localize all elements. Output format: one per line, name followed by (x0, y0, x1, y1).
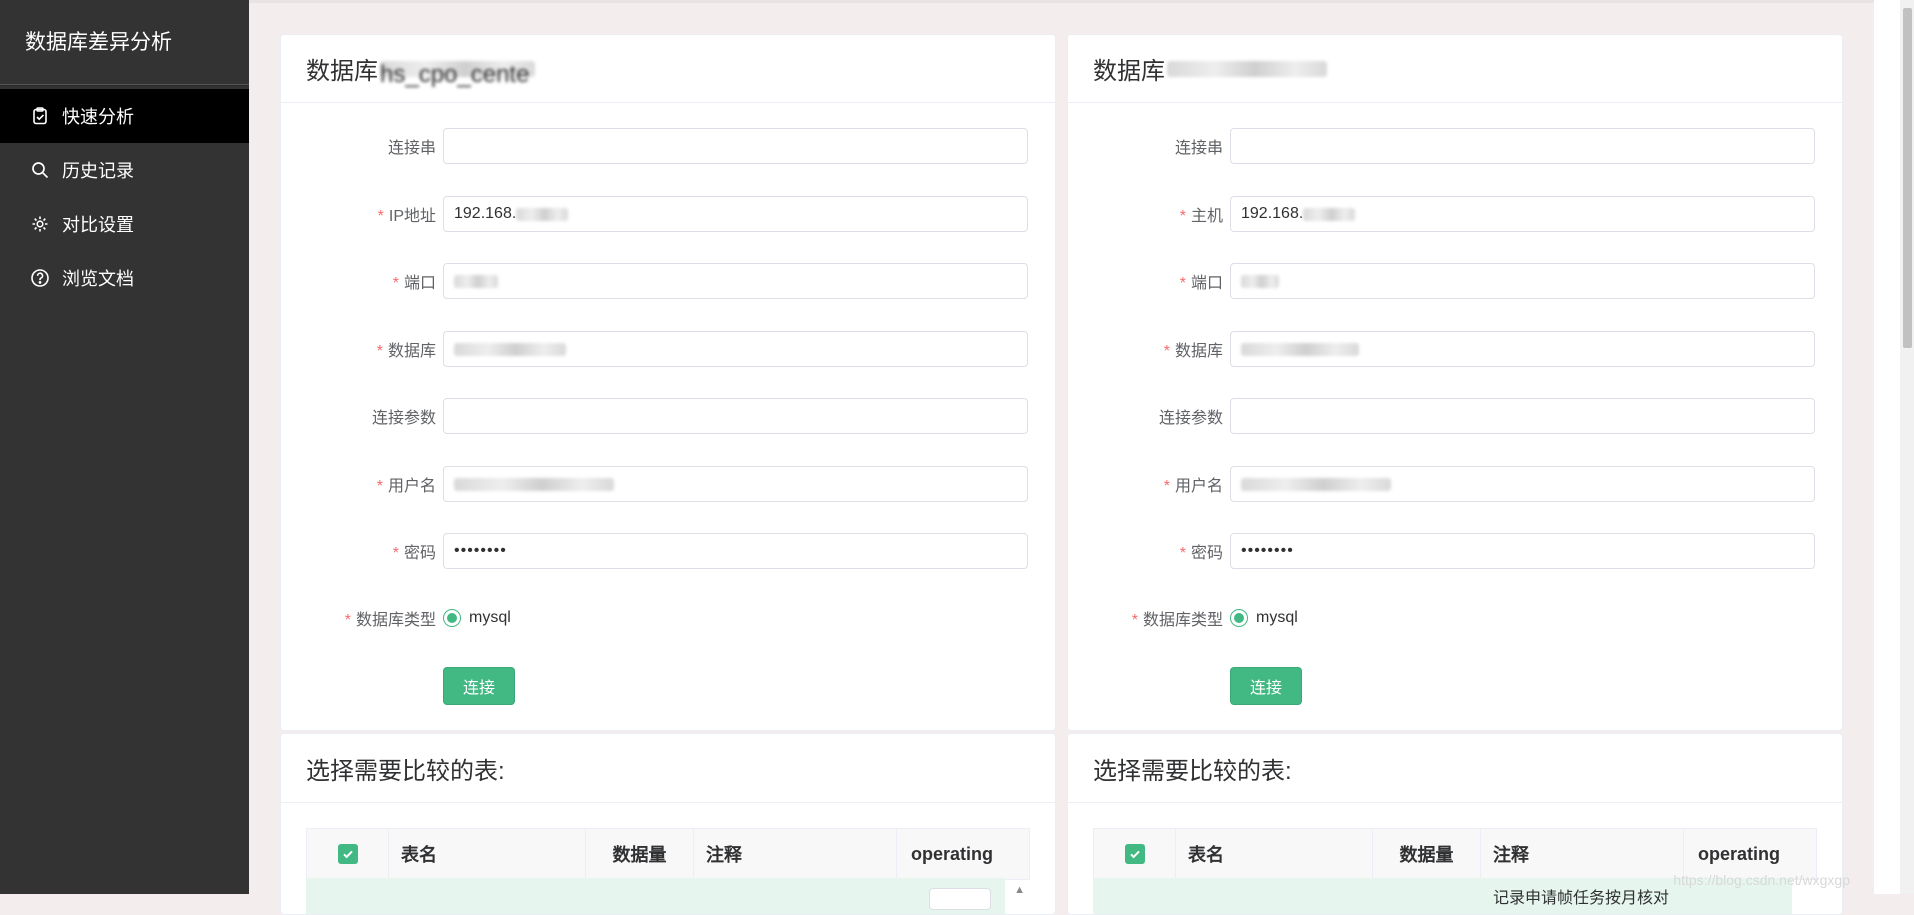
database-input[interactable] (1230, 331, 1815, 367)
password-label: * 密码 (1179, 545, 1223, 562)
port-label: * 端口 (392, 275, 436, 292)
db-type-radio-mysql[interactable]: mysql (443, 609, 511, 627)
row-action-button[interactable] (929, 888, 991, 910)
left-table-title: 选择需要比较的表: (281, 734, 1055, 803)
table-row[interactable] (306, 878, 1005, 914)
host-row: * IP地址 192.168. (280, 195, 1054, 233)
params-row: 连接参数 (280, 397, 1054, 435)
database-label: * 数据库 (1163, 343, 1223, 360)
host-row: * 主机 192.168. (1067, 195, 1841, 233)
conn-string-input[interactable] (443, 128, 1028, 164)
username-input[interactable] (1230, 466, 1815, 502)
database-row: * 数据库 (280, 330, 1054, 368)
row-comment: 记录申请帧任务按月核对 (1493, 890, 1670, 907)
params-label: 连接参数 (1158, 410, 1223, 427)
column-header-operating[interactable]: operating (897, 829, 1029, 879)
username-input[interactable] (443, 466, 1028, 502)
sidebar-item-docs[interactable]: 浏览文档 (0, 251, 249, 305)
sidebar-item-settings[interactable]: 对比设置 (0, 197, 249, 251)
database-input[interactable] (443, 331, 1028, 367)
host-input[interactable]: 192.168. (1230, 196, 1815, 232)
db-type-radio-mysql[interactable]: mysql (1230, 609, 1298, 627)
db-type-label: * 数据库类型 (1131, 612, 1223, 629)
sidebar-item-label: 快速分析 (62, 107, 134, 127)
select-all-cell (1094, 829, 1176, 879)
database-row: * 数据库 (1067, 330, 1841, 368)
database-label: * 数据库 (376, 343, 436, 360)
connect-button[interactable]: 连接 (1230, 667, 1302, 705)
sidebar-item-label: 历史记录 (62, 161, 134, 181)
password-row: * 密码 •••••••• (280, 532, 1054, 570)
password-label: * 密码 (392, 545, 436, 562)
port-row: * 端口 (280, 262, 1054, 300)
host-label: * IP地址 (377, 208, 436, 225)
column-header-table-name[interactable]: 表名 (1176, 829, 1373, 879)
select-all-checkbox[interactable] (337, 844, 358, 864)
select-all-checkbox[interactable] (1124, 844, 1145, 864)
radio-selected-icon (443, 609, 461, 627)
sidebar-item-history[interactable]: 历史记录 (0, 143, 249, 197)
conn-string-row: 连接串 (280, 127, 1054, 165)
select-all-cell (307, 829, 389, 879)
username-label: * 用户名 (1163, 478, 1223, 495)
left-table-card: 选择需要比较的表: 表名 数据量 注释 operating ▲ (280, 733, 1056, 915)
connect-button[interactable]: 连接 (443, 667, 515, 705)
username-row: * 用户名 (1067, 465, 1841, 503)
radio-selected-icon (1230, 609, 1248, 627)
password-input[interactable]: •••••••• (1230, 533, 1815, 569)
column-header-row-count[interactable]: 数据量 (586, 829, 694, 879)
conn-string-label: 连接串 (1174, 140, 1223, 157)
username-label: * 用户名 (376, 478, 436, 495)
host-input[interactable]: 192.168. (443, 196, 1028, 232)
left-table-header: 表名 数据量 注释 operating (306, 828, 1030, 880)
params-input[interactable] (1230, 398, 1815, 434)
sidebar-item-quick-analysis[interactable]: 快速分析 (0, 89, 249, 143)
db-type-label: * 数据库类型 (344, 612, 436, 629)
clipboard-check-icon (30, 106, 50, 126)
conn-string-label: 连接串 (387, 140, 436, 157)
sidebar-item-label: 对比设置 (62, 215, 134, 235)
sidebar-menu: 快速分析 历史记录 对比设置 浏览文档 (0, 89, 249, 305)
port-row: * 端口 (1067, 262, 1841, 300)
port-input[interactable] (443, 263, 1028, 299)
watermark: https://blog.csdn.net/wxgxgp (1673, 872, 1850, 888)
question-circle-icon (30, 268, 50, 288)
params-label: 连接参数 (371, 410, 436, 427)
sidebar-item-label: 浏览文档 (62, 269, 134, 289)
scroll-up-icon[interactable]: ▲ (1014, 884, 1025, 896)
password-row: * 密码 •••••••• (1067, 532, 1841, 570)
host-label: * 主机 (1179, 208, 1223, 225)
right-table-title: 选择需要比较的表: (1068, 734, 1842, 803)
params-row: 连接参数 (1067, 397, 1841, 435)
username-row: * 用户名 (280, 465, 1054, 503)
main-content: 数据库 hs_cpo_cente 数据库 连接串 * IP地址 192.168. … (249, 0, 1914, 915)
connect-row: 连接 (280, 667, 1054, 705)
app-title: 数据库差异分析 (0, 0, 249, 85)
column-header-comment[interactable]: 注释 (694, 829, 897, 879)
column-header-row-count[interactable]: 数据量 (1373, 829, 1481, 879)
params-input[interactable] (443, 398, 1028, 434)
conn-string-row: 连接串 (1067, 127, 1841, 165)
password-input[interactable]: •••••••• (443, 533, 1028, 569)
connect-row: 连接 (1067, 667, 1841, 705)
port-input[interactable] (1230, 263, 1815, 299)
column-header-comment[interactable]: 注释 (1481, 829, 1684, 879)
port-label: * 端口 (1179, 275, 1223, 292)
search-icon (30, 160, 50, 180)
page-scrollbar-thumb[interactable] (1903, 8, 1912, 348)
conn-string-input[interactable] (1230, 128, 1815, 164)
db-type-row: * 数据库类型 mysql (280, 599, 1054, 637)
sidebar: 数据库差异分析 快速分析 历史记录 对比设置 浏览文档 (0, 0, 249, 894)
db-type-row: * 数据库类型 mysql (1067, 599, 1841, 637)
column-header-table-name[interactable]: 表名 (389, 829, 586, 879)
gear-icon (30, 214, 50, 234)
